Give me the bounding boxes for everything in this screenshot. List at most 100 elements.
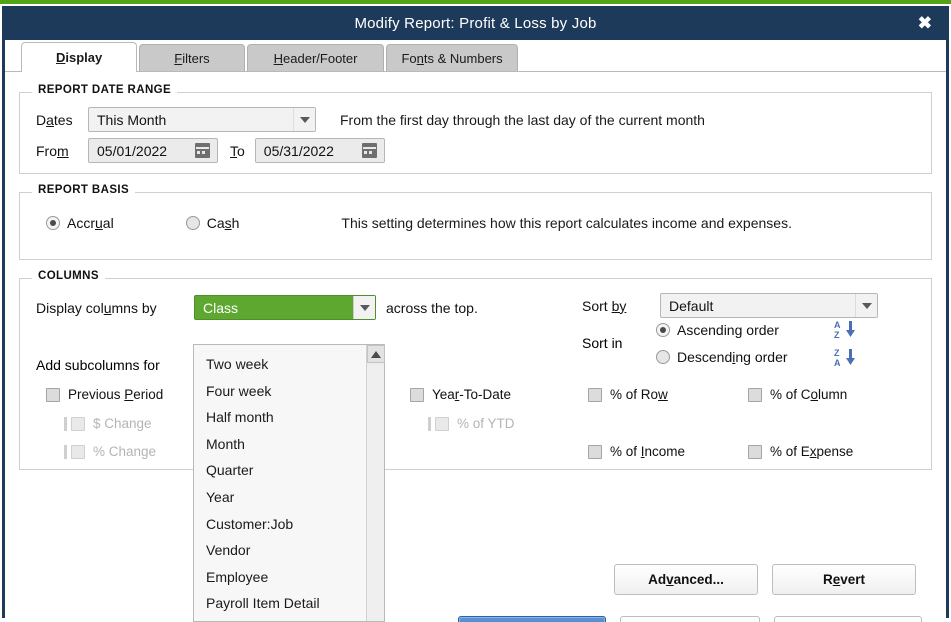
report-date-range-title: REPORT DATE RANGE	[32, 84, 178, 96]
year-to-date-label: Year-To-Date	[432, 387, 512, 402]
radio-indicator	[656, 323, 670, 337]
report-basis-hint: This setting determines how this report …	[341, 215, 792, 231]
scrollbar-track[interactable]	[367, 365, 384, 621]
svg-text:A: A	[834, 320, 841, 330]
radio-indicator	[656, 350, 670, 364]
cash-radio[interactable]: Cash	[185, 215, 240, 231]
percent-of-row-label: % of Row	[610, 387, 668, 402]
sort-descending-icon[interactable]: Z A	[834, 347, 860, 367]
svg-text:Z: Z	[834, 330, 840, 339]
descending-order-label: Descending order	[677, 349, 788, 365]
checkbox-percent-ytd: % of YTD	[428, 416, 515, 431]
checkbox-previous-period[interactable]: Previous Period	[46, 387, 163, 402]
dropdown-items: Two week Four week Half month Month Quar…	[194, 345, 366, 621]
date-range-hint: From the first day through the last day …	[340, 111, 705, 128]
checkbox-indicator	[588, 387, 602, 402]
dropdown-scrollbar[interactable]	[366, 345, 385, 621]
indent-marker	[64, 444, 67, 459]
tab-strip: Display Filters Header/Footer Fonts & Nu…	[5, 40, 946, 72]
to-date-value: 05/31/2022	[263, 142, 334, 159]
dropdown-item[interactable]: Quarter	[194, 457, 366, 484]
dialog-body: REPORT DATE RANGE Dates This Month From …	[5, 84, 946, 622]
checkbox-percent-of-expense[interactable]: % of Expense	[748, 444, 853, 459]
advanced-button[interactable]: Advanced...	[614, 564, 758, 595]
checkbox-indicator	[748, 444, 762, 459]
tab-filters-label: Filters	[174, 50, 210, 66]
to-date-input[interactable]: 05/31/2022	[254, 138, 385, 163]
tab-header-footer-label: Header/Footer	[273, 50, 358, 66]
tab-filters[interactable]: Filters	[139, 44, 245, 71]
checkbox-indicator	[435, 416, 449, 431]
dropdown-item[interactable]: Year	[194, 484, 366, 511]
dialog-title: Modify Report: Profit & Loss by Job	[354, 14, 597, 32]
display-columns-row: Display columns by Class across the top.	[36, 295, 478, 320]
dates-value: This Month	[97, 111, 167, 128]
cancel-button[interactable]: Cancel	[620, 616, 760, 622]
chevron-down-icon[interactable]	[293, 108, 315, 131]
close-icon[interactable]: ✖	[918, 15, 932, 32]
sort-in-label: Sort in	[582, 335, 623, 351]
tab-fonts-numbers-label: Fonts & Numbers	[401, 50, 503, 66]
columns-group: COLUMNS Display columns by Class across …	[19, 270, 932, 470]
percent-change-label: % Change	[93, 444, 157, 459]
dates-combobox[interactable]: This Month	[88, 107, 316, 132]
help-button[interactable]: Help	[774, 616, 922, 622]
checkbox-percent-of-column[interactable]: % of Column	[748, 387, 847, 402]
dropdown-item[interactable]: Four week	[194, 378, 366, 405]
percent-of-expense-label: % of Expense	[770, 444, 854, 459]
previous-period-label: Previous Period	[68, 387, 164, 402]
revert-button[interactable]: Revert	[772, 564, 916, 595]
tab-fonts-numbers[interactable]: Fonts & Numbers	[386, 44, 518, 71]
revert-button-label: Revert	[822, 572, 866, 587]
indent-marker	[64, 416, 67, 431]
indent-marker	[428, 416, 431, 431]
calendar-icon[interactable]	[361, 143, 377, 158]
radio-descending-order[interactable]: Descending order	[656, 349, 788, 365]
display-columns-dropdown-list[interactable]: Two week Four week Half month Month Quar…	[193, 344, 385, 622]
to-label: To	[230, 142, 245, 159]
accrual-radio[interactable]: Accrual	[46, 215, 114, 231]
checkbox-indicator	[748, 387, 762, 402]
from-date-value: 05/01/2022	[97, 142, 168, 159]
checkbox-indicator	[46, 387, 60, 402]
dates-label: Dates	[36, 111, 73, 128]
dialog-button-row: OK Cancel Help	[19, 616, 932, 622]
checkbox-dollar-change: $ Change	[64, 416, 152, 431]
checkbox-percent-of-income[interactable]: % of Income	[588, 444, 685, 459]
radio-ascending-order[interactable]: Ascending order	[656, 322, 779, 338]
advanced-button-row: Advanced... Revert	[19, 564, 932, 595]
report-basis-title: REPORT BASIS	[32, 184, 136, 196]
display-columns-combobox[interactable]: Class	[194, 295, 376, 320]
checkbox-year-to-date[interactable]: Year-To-Date	[410, 387, 511, 402]
ascending-order-label: Ascending order	[677, 322, 779, 338]
calendar-icon[interactable]	[195, 143, 210, 158]
dropdown-item[interactable]: Half month	[194, 404, 366, 431]
from-date-input[interactable]: 05/01/2022	[88, 138, 218, 163]
display-columns-label: Display columns by	[36, 299, 157, 316]
from-label: From	[36, 142, 69, 159]
svg-text:A: A	[834, 358, 841, 367]
tab-display[interactable]: Display	[21, 42, 138, 72]
tab-header-footer[interactable]: Header/Footer	[246, 44, 385, 71]
sort-by-combobox[interactable]: Default	[660, 293, 878, 318]
add-subcolumns-label: Add subcolumns for	[36, 357, 160, 373]
ok-button[interactable]: OK	[458, 616, 606, 622]
dropdown-item[interactable]: Employee	[194, 564, 366, 591]
checkbox-indicator	[410, 387, 424, 402]
tab-display-label: Display	[56, 50, 103, 65]
checkbox-percent-change: % Change	[64, 444, 156, 459]
dropdown-item[interactable]: Customer:Job	[194, 511, 366, 538]
dropdown-item[interactable]: Vendor	[194, 537, 366, 564]
dropdown-item[interactable]: Month	[194, 431, 366, 458]
cash-label: Cash	[206, 215, 240, 231]
chevron-down-icon[interactable]	[353, 296, 375, 319]
checkbox-indicator	[588, 444, 602, 459]
chevron-down-icon[interactable]	[855, 294, 877, 317]
checkbox-percent-of-row[interactable]: % of Row	[588, 387, 668, 402]
dropdown-item[interactable]: Two week	[194, 351, 366, 378]
radio-indicator	[46, 216, 60, 230]
dropdown-item[interactable]: Payroll Item Detail	[194, 590, 366, 617]
sort-ascending-icon[interactable]: A Z	[834, 319, 860, 339]
svg-text:Z: Z	[834, 348, 840, 358]
scroll-up-icon[interactable]	[367, 345, 385, 363]
